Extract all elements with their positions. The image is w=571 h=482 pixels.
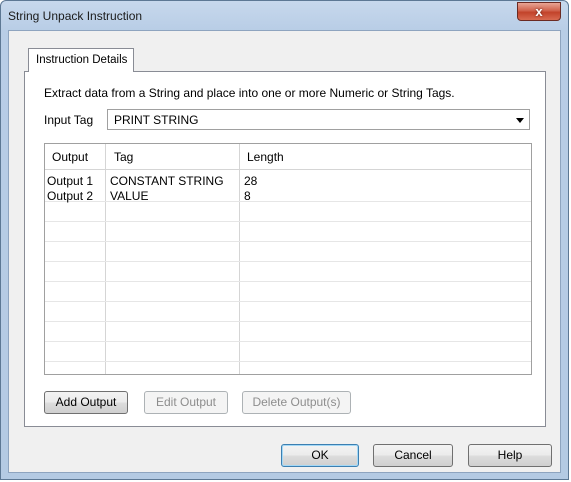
outputs-grid[interactable]: Output Tag Length Output 1 CONSTANT STRI… [44, 143, 532, 375]
close-button[interactable]: x [517, 2, 561, 21]
column-header-length[interactable]: Length [247, 150, 284, 164]
delete-outputs-button[interactable]: Delete Output(s) [242, 391, 351, 414]
tab-instruction-details[interactable]: Instruction Details [28, 48, 134, 72]
empty-row[interactable] [45, 241, 531, 262]
add-output-button[interactable]: Add Output [44, 391, 128, 414]
empty-row[interactable] [45, 201, 531, 222]
empty-row[interactable] [45, 221, 531, 242]
instruction-details-panel: Extract data from a String and place int… [24, 71, 546, 427]
chevron-down-icon[interactable] [516, 118, 524, 123]
dialog-client-area: Instruction Details Extract data from a … [8, 30, 561, 473]
title-bar[interactable]: String Unpack Instruction x [1, 1, 568, 31]
empty-row[interactable] [45, 301, 531, 322]
input-tag-label: Input Tag [44, 113, 94, 127]
window-title: String Unpack Instruction [8, 9, 143, 23]
dialog-window: String Unpack Instruction x Instruction … [0, 0, 569, 480]
ok-button[interactable]: OK [281, 444, 359, 467]
column-header-tag[interactable]: Tag [114, 150, 133, 164]
help-button[interactable]: Help [468, 444, 552, 467]
input-tag-value: PRINT STRING [114, 113, 199, 127]
empty-row[interactable] [45, 281, 531, 302]
column-header-output[interactable]: Output [52, 150, 88, 164]
edit-output-button[interactable]: Edit Output [144, 391, 228, 414]
empty-row[interactable] [45, 341, 531, 362]
table-row[interactable]: Output 1 CONSTANT STRING 28 [45, 169, 531, 188]
grid-header: Output Tag Length [45, 144, 531, 170]
cancel-button[interactable]: Cancel [373, 444, 453, 467]
input-tag-dropdown[interactable]: PRINT STRING [107, 109, 530, 130]
table-row[interactable]: Output 2 VALUE 8 [45, 184, 531, 203]
close-x-icon: x [535, 4, 543, 19]
empty-row[interactable] [45, 261, 531, 282]
empty-row[interactable] [45, 321, 531, 342]
description-text: Extract data from a String and place int… [44, 86, 455, 100]
